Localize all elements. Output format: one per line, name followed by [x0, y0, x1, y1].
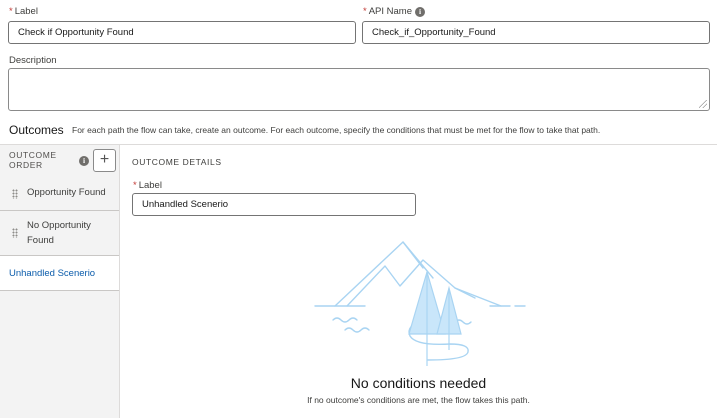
- api-name-input[interactable]: Check_if_Opportunity_Found: [362, 21, 710, 44]
- info-icon[interactable]: i: [79, 156, 89, 166]
- outcome-order-sidebar: OUTCOME ORDER i + Opportunity Found No O…: [0, 145, 120, 418]
- description-field-label: Description: [9, 55, 57, 66]
- add-outcome-button[interactable]: +: [93, 149, 116, 172]
- label-field-label: * Label: [9, 6, 38, 17]
- required-marker: *: [133, 180, 137, 191]
- required-marker: *: [9, 6, 13, 17]
- outcome-order-header: OUTCOME ORDER: [9, 150, 57, 170]
- outcome-item-unhandled-scenerio[interactable]: Unhandled Scenerio: [0, 256, 119, 291]
- outcomes-help-text: For each path the flow can take, create …: [72, 125, 601, 135]
- outcome-label-field-label: * Label: [133, 180, 162, 191]
- api-name-field-label: * API Name: [363, 6, 412, 17]
- label-input[interactable]: Check if Opportunity Found: [8, 21, 356, 44]
- empty-state-subtitle: If no outcome's conditions are met, the …: [307, 395, 530, 405]
- info-icon[interactable]: i: [415, 7, 425, 17]
- outcome-label-input[interactable]: Unhandled Scenerio: [132, 193, 416, 216]
- description-textarea[interactable]: [8, 68, 710, 111]
- outcome-item-opportunity-found[interactable]: Opportunity Found: [0, 178, 119, 211]
- outcome-details-header: OUTCOME DETAILS: [132, 157, 222, 167]
- drag-handle-icon[interactable]: [12, 228, 18, 238]
- outcome-item-no-opportunity-found[interactable]: No Opportunity Found: [0, 211, 119, 256]
- outcomes-title: Outcomes: [9, 123, 64, 137]
- empty-state-mountain-illustration: [314, 241, 526, 366]
- required-marker: *: [363, 6, 367, 17]
- drag-handle-icon[interactable]: [12, 189, 18, 199]
- resize-grip-icon[interactable]: [699, 100, 707, 108]
- empty-state-title: No conditions needed: [350, 375, 487, 391]
